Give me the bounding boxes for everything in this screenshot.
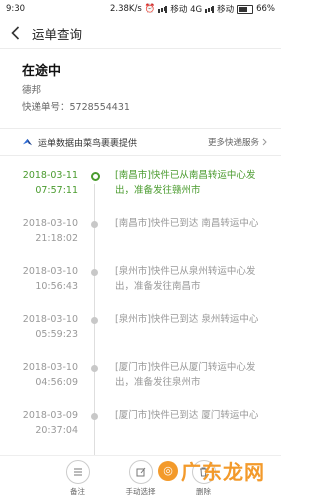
- timeline-event: 2018-03-10 05:59:23 [泉州市]快件已到达 泉州转运中心: [0, 312, 281, 360]
- timeline-event: 2018-03-11 07:57:11 [南昌市]快件已从南昌转运中心发出，准备发往…: [0, 168, 281, 216]
- carrier-name: 德邦: [22, 85, 42, 96]
- status-time: 9:30: [6, 4, 26, 14]
- event-description: [泉州市]快件已到达 泉州转运中心: [115, 314, 259, 325]
- battery-level: 66%: [256, 4, 275, 14]
- event-time: 10:56:43: [35, 281, 78, 292]
- status-right: 2.38K/s ⏰ 移动 4G 移动 66%: [110, 3, 275, 15]
- chevron-left-icon[interactable]: [8, 26, 22, 40]
- event-description: [厦门市]快件已从厦门转运中心发出，准备发往泉州市: [115, 362, 256, 388]
- event-date: 2018-03-10: [22, 218, 78, 229]
- event-list: 2018-03-11 07:57:11 [南昌市]快件已从南昌转运中心发出，准备发往…: [0, 168, 281, 456]
- chevron-right-icon: [262, 138, 267, 146]
- event-timestamp: 2018-03-11 07:57:11: [0, 168, 78, 198]
- event-time: 07:57:11: [35, 185, 78, 196]
- signal-icon: [158, 5, 168, 13]
- event-time: 21:18:02: [35, 233, 78, 244]
- more-services-label: 更多快递服务: [207, 138, 259, 148]
- status-bar: 9:30 2.38K/s ⏰ 移动 4G 移动 66%: [0, 0, 281, 18]
- event-date: 2018-03-11: [22, 170, 78, 181]
- note-button[interactable]: 备注: [65, 459, 90, 497]
- shipment-summary: 在途中 德邦 快递单号：5728554431: [0, 49, 281, 119]
- more-services-link[interactable]: 更多快递服务: [208, 136, 267, 148]
- event-timestamp: 2018-03-09 20:37:04: [0, 408, 78, 438]
- event-time: 20:37:04: [35, 425, 78, 436]
- timeline-dot: [91, 221, 98, 228]
- provider-row[interactable]: 运单数据由菜鸟裹裹提供 更多快递服务: [0, 128, 281, 156]
- provider-label: 运单数据由菜鸟裹裹提供: [38, 138, 138, 149]
- event-time: 04:56:09: [35, 377, 78, 388]
- edit-icon: [128, 459, 153, 484]
- watermark: ◎ 广东龙网: [158, 456, 265, 485]
- timeline-event: 2018-03-10 21:18:02 [南昌市]快件已到达 南昌转运中心: [0, 216, 281, 264]
- tracking-number: 快递单号：5728554431: [22, 102, 130, 113]
- alarm-icon: ⏰: [144, 4, 156, 14]
- event-description: [南昌市]快件已到达 南昌转运中心: [115, 218, 259, 229]
- timeline-event: 2018-03-10 10:56:43 [泉州市]快件已从泉州转运中心发出，准备发往…: [0, 264, 281, 312]
- event-date: 2018-03-10: [22, 362, 78, 373]
- event-timestamp: 2018-03-10 21:18:02: [0, 216, 78, 246]
- manual-select-button[interactable]: 手动选择: [125, 459, 156, 497]
- tracking-timeline: 2018-03-11 07:57:11 [南昌市]快件已从南昌转运中心发出，准备发往…: [0, 156, 281, 474]
- event-description: [南昌市]快件已从南昌转运中心发出，准备发往赣州市: [115, 170, 256, 196]
- watermark-logo-icon: ◎: [158, 460, 178, 481]
- battery-icon: [237, 4, 254, 14]
- event-time: 05:59:23: [35, 329, 78, 340]
- event-timestamp: 2018-03-10 10:56:43: [0, 264, 78, 294]
- carrier-one: 移动 4G: [170, 5, 203, 15]
- note-icon: [65, 459, 90, 484]
- event-date: 2018-03-10: [22, 266, 78, 277]
- provider-info: 运单数据由菜鸟裹裹提供: [22, 136, 137, 149]
- timeline-dot: [91, 269, 98, 276]
- note-label: 备注: [70, 486, 85, 496]
- event-description: [厦门市]快件已到达 厦门转运中心: [115, 410, 259, 421]
- timeline-dot: [91, 172, 100, 181]
- delete-label: 删除: [196, 486, 211, 496]
- cainiao-bird-icon: [22, 138, 33, 145]
- signal-icon-2: [205, 5, 215, 13]
- manual-select-label: 手动选择: [125, 486, 156, 496]
- nav-bar: 运单查询: [0, 18, 281, 49]
- event-timestamp: 2018-03-10 05:59:23: [0, 312, 78, 342]
- watermark-text: 广东龙网: [181, 460, 265, 484]
- timeline-dot: [91, 365, 98, 372]
- event-date: 2018-03-09: [22, 410, 78, 421]
- carrier-two: 移动: [217, 5, 235, 15]
- event-description: [泉州市]快件已从泉州转运中心发出，准备发往南昌市: [115, 266, 256, 292]
- timeline-dot: [91, 413, 98, 420]
- page-title: 运单查询: [32, 26, 83, 42]
- event-date: 2018-03-10: [22, 314, 78, 325]
- event-timestamp: 2018-03-10 04:56:09: [0, 360, 78, 390]
- shipment-state: 在途中: [22, 64, 62, 79]
- timeline-event: 2018-03-09 20:37:04 [厦门市]快件已到达 厦门转运中心: [0, 408, 281, 456]
- network-speed: 2.38K/s: [109, 4, 142, 14]
- timeline-dot: [91, 317, 98, 324]
- timeline-event: 2018-03-10 04:56:09 [厦门市]快件已从厦门转运中心发出，准备发往…: [0, 360, 281, 408]
